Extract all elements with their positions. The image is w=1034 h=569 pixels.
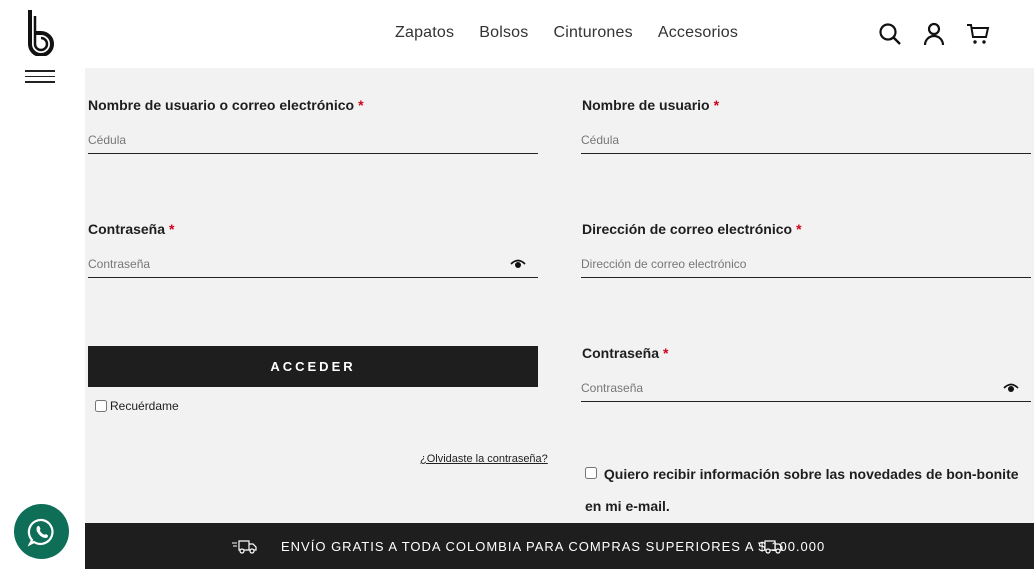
register-password-input[interactable] — [581, 374, 1031, 401]
newsletter-checkbox[interactable] — [585, 467, 597, 479]
nav-item-bolsos[interactable]: Bolsos — [479, 24, 528, 42]
login-username-field — [88, 126, 538, 154]
login-password-label: Contraseña * — [88, 221, 175, 237]
newsletter-label: Quiero recibir información sobre las nov… — [585, 466, 1019, 514]
register-email-input[interactable] — [581, 250, 1031, 277]
nav-item-accesorios[interactable]: Accesorios — [658, 24, 738, 42]
search-icon[interactable] — [876, 20, 904, 48]
forgot-password-link[interactable]: ¿Olvidaste la contraseña? — [420, 453, 548, 465]
remember-me-label: Recuérdame — [110, 399, 179, 413]
show-password-icon[interactable] — [510, 258, 526, 270]
main-nav: Zapatos Bolsos Cinturones Accesorios — [395, 24, 763, 42]
nav-item-zapatos[interactable]: Zapatos — [395, 24, 454, 42]
shipping-banner: ENVÍO GRATIS A TODA COLOMBIA PARA COMPRA… — [85, 523, 1034, 569]
login-username-input[interactable] — [88, 126, 538, 153]
truck-icon — [232, 540, 257, 554]
login-password-input[interactable] — [88, 250, 538, 277]
brand-logo[interactable] — [24, 8, 58, 56]
truck-icon — [758, 540, 783, 554]
header-icons — [876, 20, 1008, 48]
login-username-label: Nombre de usuario o correo electrónico * — [88, 97, 364, 113]
login-password-field — [88, 250, 538, 278]
shipping-banner-text: ENVÍO GRATIS A TODA COLOMBIA PARA COMPRA… — [281, 539, 826, 554]
cart-icon[interactable] — [964, 20, 992, 48]
register-username-field — [581, 126, 1031, 154]
register-password-field — [581, 374, 1031, 402]
user-icon[interactable] — [920, 20, 948, 48]
newsletter-optin: Quiero recibir información sobre las nov… — [585, 458, 1034, 522]
register-email-label: Dirección de correo electrónico * — [582, 221, 802, 237]
nav-item-cinturones[interactable]: Cinturones — [553, 24, 632, 42]
login-button[interactable]: ACCEDER — [88, 346, 538, 387]
remember-me: Recuérdame — [95, 399, 179, 413]
show-password-icon[interactable] — [1003, 382, 1019, 394]
register-email-field — [581, 250, 1031, 278]
whatsapp-icon — [27, 518, 54, 546]
register-password-label: Contraseña * — [582, 345, 669, 361]
whatsapp-button[interactable] — [14, 504, 69, 559]
register-username-input[interactable] — [581, 126, 1031, 153]
header: Zapatos Bolsos Cinturones Accesorios — [0, 0, 1034, 83]
register-username-label: Nombre de usuario * — [582, 97, 720, 113]
account-forms: Nombre de usuario o correo electrónico * … — [85, 68, 1034, 523]
remember-me-checkbox[interactable] — [95, 400, 107, 412]
menu-icon[interactable] — [25, 70, 55, 84]
